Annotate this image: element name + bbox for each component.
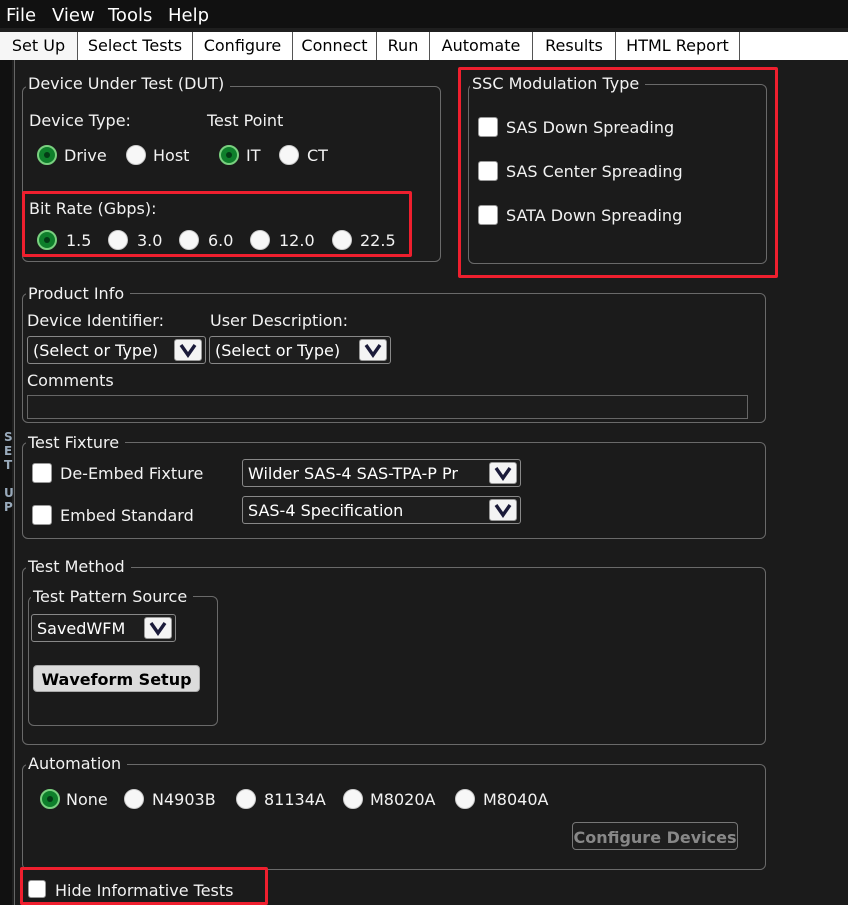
embed-standard-value: SAS-4 Specification	[248, 501, 404, 520]
menu-bar: File View Tools Help	[0, 0, 848, 28]
checkbox-embed-standard[interactable]	[32, 505, 52, 525]
radio-bitrate-22-5[interactable]	[332, 230, 352, 250]
chevron-down-icon[interactable]	[489, 499, 517, 521]
checkbox-sata-down-spreading[interactable]	[478, 205, 498, 225]
chevron-down-icon[interactable]	[489, 462, 517, 484]
sas-center-spreading-label: SAS Center Spreading	[506, 162, 683, 181]
ct-label: CT	[307, 146, 328, 165]
radio-bitrate-12-0[interactable]	[250, 230, 270, 250]
tab-select-tests[interactable]: Select Tests	[78, 32, 193, 60]
chevron-down-icon[interactable]	[359, 339, 387, 361]
radio-bitrate-3-0[interactable]	[108, 230, 128, 250]
pattern-source-value: SavedWFM	[37, 619, 126, 638]
user-description-label: User Description:	[210, 311, 349, 330]
bitrate-22-5-label: 22.5	[360, 231, 396, 250]
automation-title: Automation	[26, 754, 128, 773]
automation-m8020a-label: M8020A	[370, 790, 436, 809]
device-type-label: Device Type:	[29, 111, 131, 130]
radio-bitrate-1-5[interactable]	[37, 230, 57, 250]
deembed-fixture-value: Wilder SAS-4 SAS-TPA-P Pr	[248, 464, 458, 483]
radio-host[interactable]	[126, 145, 146, 165]
user-description-combo[interactable]: (Select or Type)	[209, 336, 391, 364]
embed-standard-label: Embed Standard	[60, 506, 194, 525]
deembed-fixture-combo[interactable]: Wilder SAS-4 SAS-TPA-P Pr	[242, 459, 521, 487]
drive-label: Drive	[64, 146, 107, 165]
embed-standard-combo[interactable]: SAS-4 Specification	[242, 496, 521, 524]
radio-ct[interactable]	[279, 145, 299, 165]
checkbox-deembed-fixture[interactable]	[32, 463, 52, 483]
comments-label: Comments	[27, 371, 114, 390]
radio-it[interactable]	[219, 145, 239, 165]
user-description-value: (Select or Type)	[215, 341, 341, 360]
tab-html-report[interactable]: HTML Report	[616, 32, 740, 60]
radio-bitrate-6-0[interactable]	[179, 230, 199, 250]
radio-automation-n4903b[interactable]	[124, 789, 144, 809]
comments-field[interactable]	[27, 395, 748, 419]
radio-automation-m8040a[interactable]	[455, 789, 475, 809]
automation-81134a-label: 81134A	[264, 790, 326, 809]
sidebar-vertical-label: SETUP	[4, 430, 14, 514]
radio-automation-81134a[interactable]	[236, 789, 256, 809]
configure-devices-button[interactable]: Configure Devices	[572, 822, 738, 850]
device-identifier-label: Device Identifier:	[27, 311, 164, 330]
automation-m8040a-label: M8040A	[483, 790, 549, 809]
bitrate-1-5-label: 1.5	[66, 231, 92, 250]
menu-tools[interactable]: Tools	[108, 5, 152, 26]
tab-configure[interactable]: Configure	[193, 32, 293, 60]
sas-down-spreading-label: SAS Down Spreading	[506, 118, 675, 137]
tab-results[interactable]: Results	[533, 32, 616, 60]
automation-none-label: None	[66, 790, 108, 809]
device-identifier-value: (Select or Type)	[33, 341, 159, 360]
chevron-down-icon[interactable]	[144, 617, 172, 639]
ssc-title: SSC Modulation Type	[470, 74, 646, 93]
tab-automate[interactable]: Automate	[430, 32, 533, 60]
test-fixture-title: Test Fixture	[26, 433, 126, 452]
checkbox-sas-down-spreading[interactable]	[478, 117, 498, 137]
tab-connect[interactable]: Connect	[293, 32, 377, 60]
dut-title: Device Under Test (DUT)	[26, 74, 231, 93]
test-point-label: Test Point	[207, 111, 284, 130]
device-identifier-combo[interactable]: (Select or Type)	[27, 336, 206, 364]
radio-drive[interactable]	[37, 145, 57, 165]
checkbox-hide-informative-tests[interactable]	[28, 880, 46, 898]
tab-set-up[interactable]: Set Up	[0, 32, 78, 60]
checkbox-sas-center-spreading[interactable]	[478, 161, 498, 181]
radio-automation-none[interactable]	[40, 789, 60, 809]
tab-run[interactable]: Run	[377, 32, 430, 60]
automation-n4903b-label: N4903B	[152, 790, 216, 809]
test-pattern-source-title: Test Pattern Source	[31, 587, 194, 606]
bit-rate-label: Bit Rate (Gbps):	[29, 199, 157, 218]
bitrate-3-0-label: 3.0	[137, 231, 163, 250]
menu-view[interactable]: View	[52, 5, 95, 26]
it-label: IT	[246, 146, 261, 165]
hide-informative-tests-label: Hide Informative Tests	[55, 881, 234, 900]
host-label: Host	[153, 146, 190, 165]
product-info-title: Product Info	[26, 284, 131, 303]
automation-group	[22, 764, 766, 870]
menu-help[interactable]: Help	[168, 5, 209, 26]
waveform-setup-button[interactable]: Waveform Setup	[33, 665, 200, 692]
bitrate-12-0-label: 12.0	[279, 231, 315, 250]
deembed-fixture-label: De-Embed Fixture	[60, 464, 204, 483]
radio-automation-m8020a[interactable]	[343, 789, 363, 809]
bitrate-6-0-label: 6.0	[208, 231, 234, 250]
chevron-down-icon[interactable]	[174, 339, 202, 361]
menu-file[interactable]: File	[6, 5, 36, 26]
sata-down-spreading-label: SATA Down Spreading	[506, 206, 683, 225]
test-method-title: Test Method	[26, 557, 131, 576]
pattern-source-combo[interactable]: SavedWFM	[31, 614, 176, 642]
